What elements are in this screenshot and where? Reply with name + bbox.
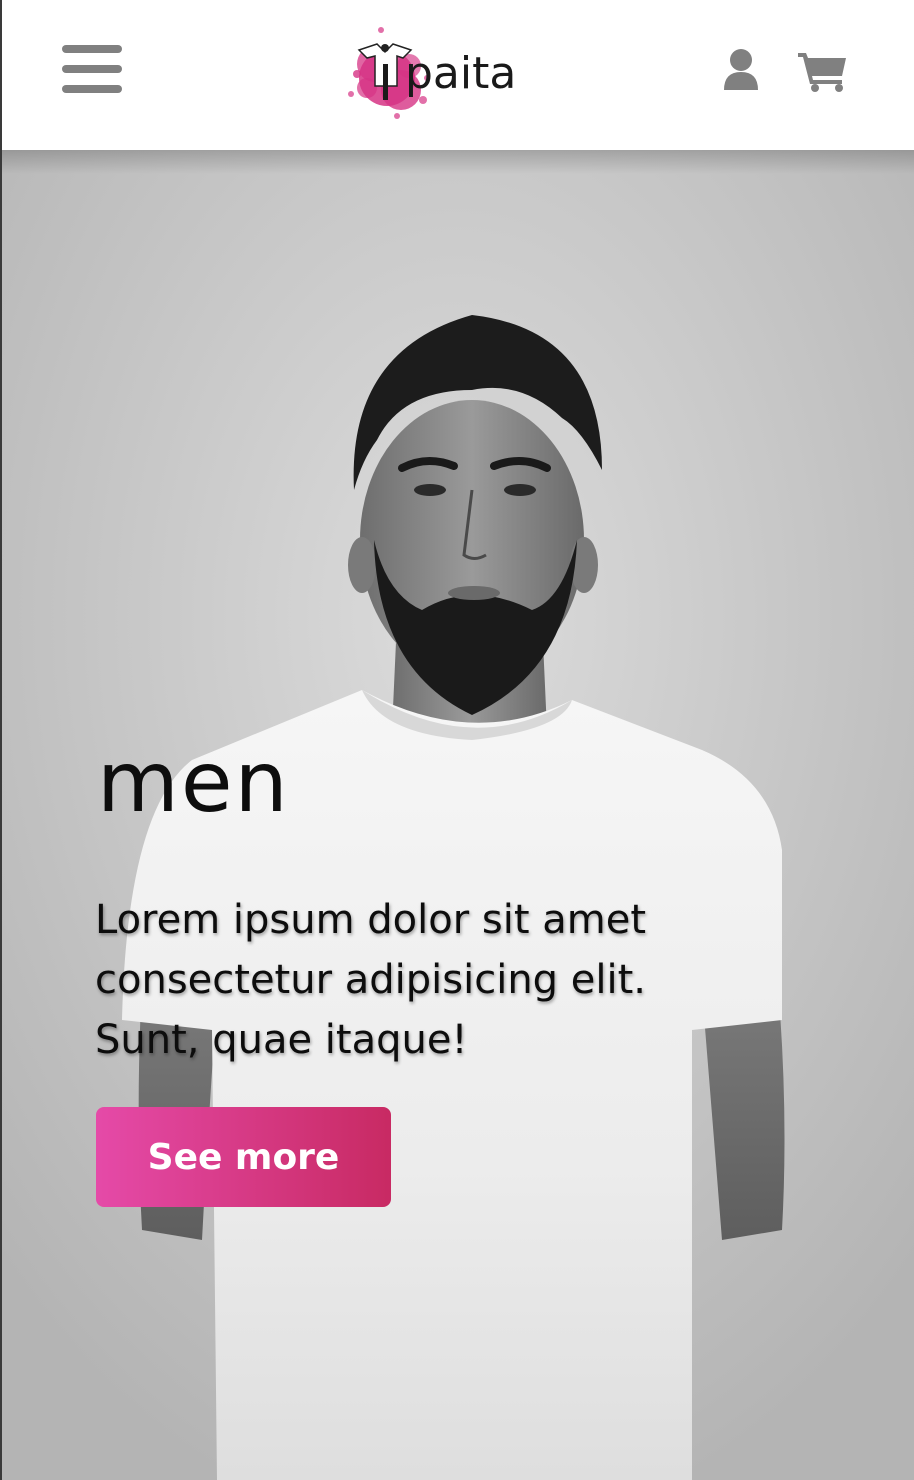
hamburger-menu-icon[interactable] (62, 45, 122, 95)
logo-text: paita (405, 48, 517, 99)
site-logo[interactable]: paita (337, 8, 537, 128)
see-more-button[interactable]: See more (96, 1107, 391, 1207)
shopping-cart-icon[interactable] (798, 50, 848, 92)
user-icon[interactable] (722, 48, 760, 92)
page: paita men Lorem ipsum dolor sit amet con… (0, 0, 914, 1480)
header-shadow (2, 150, 914, 174)
hero-description: Lorem ipsum dolor sit amet consectetur a… (95, 897, 647, 1063)
hero-section: men Lorem ipsum dolor sit amet consectet… (2, 150, 914, 1480)
hero-title: men (97, 733, 290, 831)
site-header: paita (2, 0, 914, 150)
